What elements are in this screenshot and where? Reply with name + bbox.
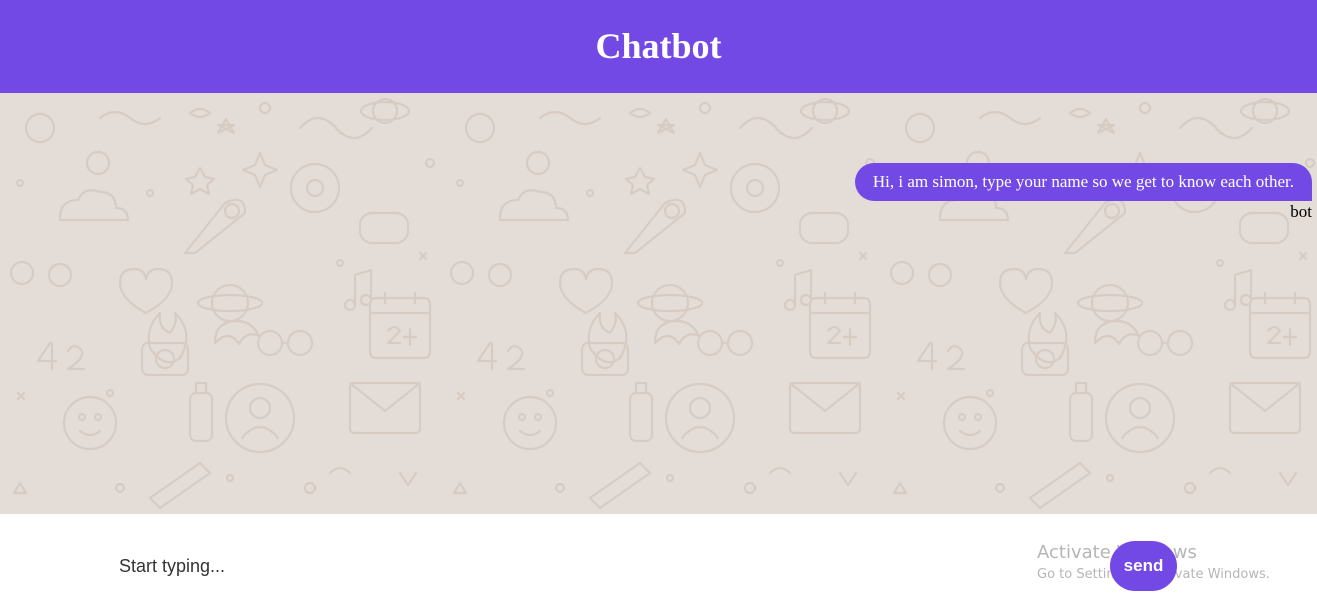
message-bubble: Hi, i am simon, type your name so we get… [854,163,1312,201]
header-bar: Chatbot [0,0,1317,93]
doodle-pattern-background [0,93,1317,514]
chatbot-app: Chatbot Hi, i am simon, type your name s… [0,0,1317,602]
message-input[interactable] [110,550,1019,582]
message-item: Hi, i am simon, type your name so we get… [854,163,1312,222]
send-button[interactable]: send [1110,541,1177,591]
message-sender-label: bot [1290,202,1312,221]
page-title: Chatbot [595,25,722,66]
composer-bar: Activate Windows Go to Settings to activ… [0,514,1317,602]
chat-area[interactable]: Hi, i am simon, type your name so we get… [0,93,1317,514]
